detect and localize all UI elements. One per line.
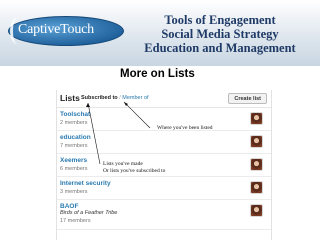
list-member-count: 2 members (60, 120, 88, 126)
lists-title: Lists (60, 93, 80, 103)
header-line-strategy: Social Media Strategy (161, 27, 279, 41)
avatar[interactable] (250, 112, 263, 125)
tab-separator: / (119, 95, 121, 101)
avatar[interactable] (250, 135, 263, 148)
list-name[interactable]: Internet security (60, 180, 111, 187)
avatar[interactable] (250, 158, 263, 171)
list-item-internet-security[interactable]: Internet security 3 members (57, 177, 271, 200)
captivetouch-logo: CaptiveTouch (8, 16, 126, 46)
list-name[interactable]: education (60, 134, 91, 141)
header-line-tools: Tools of Engagement (164, 13, 276, 27)
header-title-block: Tools of Engagement Social Media Strateg… (130, 13, 310, 55)
lists-panel-header: Lists Subscribed to / Member of Create l… (57, 90, 271, 108)
list-member-count: 7 members (60, 143, 88, 149)
list-name[interactable]: Xeemers (60, 157, 87, 164)
tab-subscribed-to[interactable]: Subscribed to (81, 95, 118, 101)
list-member-count: 3 members (60, 189, 88, 195)
list-item-education[interactable]: education 7 members (57, 131, 271, 154)
slide-header: CaptiveTouch Tools of Engagement Social … (0, 0, 320, 66)
list-member-count: 17 members (60, 218, 91, 224)
create-list-button[interactable]: Create list (228, 93, 267, 104)
list-item-baof[interactable]: BAOF Birds of a Feather Tribe 17 members (57, 200, 271, 230)
section-title: More on Lists (120, 68, 195, 80)
list-name[interactable]: BAOF (60, 203, 78, 210)
note-lists-made: Lists you've made Or lists you've subscr… (103, 161, 165, 175)
list-description: Birds of a Feather Tribe (60, 210, 118, 216)
list-member-count: 6 members (60, 166, 88, 172)
tab-member-of[interactable]: Member of (122, 95, 148, 101)
note-lists-made-line2: Or lists you've subscribed to (103, 168, 166, 174)
note-lists-made-line1: Lists you've made (103, 161, 143, 167)
note-been-listed: Where you've been listed (157, 125, 213, 131)
logo-text: CaptiveTouch (18, 22, 94, 37)
lists-tabs: Subscribed to / Member of (81, 95, 149, 101)
avatar[interactable] (250, 204, 263, 217)
list-name[interactable]: Toolschat (60, 111, 90, 118)
header-line-education: Education and Management (144, 41, 296, 55)
avatar[interactable] (250, 181, 263, 194)
